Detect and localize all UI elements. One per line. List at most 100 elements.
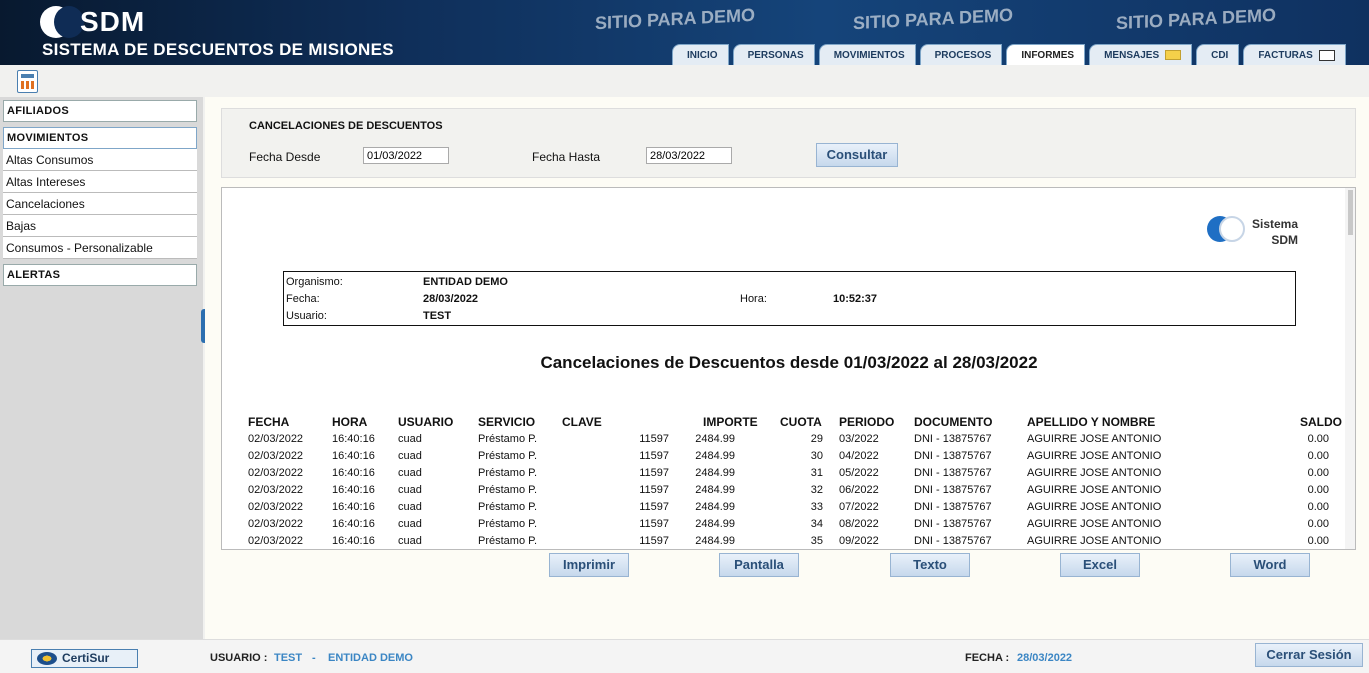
sidebar-item-bajas[interactable]: Bajas — [3, 215, 197, 237]
tab-facturas[interactable]: FACTURAS — [1243, 44, 1346, 65]
excel-button[interactable]: Excel — [1060, 553, 1140, 577]
table-cell: DNI - 13875767 — [914, 484, 992, 496]
sidebar-item-altas-intereses[interactable]: Altas Intereses — [3, 171, 197, 193]
footer-fecha-value: 28/03/2022 — [1017, 652, 1073, 664]
table-cell: 16:40:16 — [332, 450, 375, 462]
table-cell: 16:40:16 — [332, 501, 375, 513]
table-cell: 0.00 — [1307, 501, 1329, 513]
tab-procesos[interactable]: PROCESOS — [919, 44, 1003, 65]
table-cell: 02/03/2022 — [248, 501, 304, 513]
table-cell: Préstamo P. — [478, 433, 538, 445]
report-info-box: Organismo: ENTIDAD DEMO Fecha: 28/03/202… — [283, 271, 1296, 326]
table-cell: 2484.99 — [695, 484, 735, 496]
texto-button[interactable]: Texto — [890, 553, 970, 577]
table-cell: cuad — [398, 467, 422, 479]
tab-cdi[interactable]: CDI — [1196, 44, 1240, 65]
table-cell: 04/2022 — [839, 450, 879, 462]
table-cell: 03/2022 — [839, 433, 879, 445]
table-cell: 02/03/2022 — [248, 467, 304, 479]
table-cell: 02/03/2022 — [248, 518, 304, 530]
filter-title: CANCELACIONES DE DESCUENTOS — [249, 120, 443, 132]
report-icon[interactable] — [17, 70, 38, 93]
table-cell: 02/03/2022 — [248, 535, 304, 547]
table-cell: 34 — [810, 518, 823, 530]
tab-personas[interactable]: PERSONAS — [732, 44, 815, 65]
table-cell: 30 — [810, 450, 823, 462]
sidebar-section-alertas[interactable]: ALERTAS — [3, 264, 197, 286]
sdm-logo-icon — [40, 6, 84, 38]
table-cell: AGUIRRE JOSE ANTONIO — [1027, 535, 1162, 547]
table-cell: Préstamo P. — [478, 450, 538, 462]
imprimir-button[interactable]: Imprimir — [549, 553, 629, 577]
table-cell: 16:40:16 — [332, 467, 375, 479]
table-cell: cuad — [398, 535, 422, 547]
column-header: HORA — [332, 415, 368, 429]
column-header: IMPORTE — [703, 415, 758, 429]
tab-informes[interactable]: INFORMES — [1006, 44, 1086, 65]
table-cell: 0.00 — [1307, 484, 1329, 496]
table-cell: 02/03/2022 — [248, 450, 304, 462]
fecha-desde-input[interactable] — [363, 147, 449, 164]
report-viewer[interactable]: Sistema SDM Organismo: ENTIDAD DEMO Fecha… — [221, 187, 1356, 550]
fecha-hasta-input[interactable] — [646, 147, 732, 164]
scrollbar-thumb[interactable] — [1348, 190, 1353, 235]
sidebar-section-movimientos[interactable]: MOVIMIENTOS — [3, 127, 197, 149]
consultar-button[interactable]: Consultar — [816, 143, 898, 167]
table-cell: 29 — [810, 433, 823, 445]
fecha-label: Fecha: — [286, 293, 320, 305]
app-logo: SDM — [80, 6, 146, 37]
table-cell: cuad — [398, 501, 422, 513]
table-cell: Préstamo P. — [478, 518, 538, 530]
sidebar-item-cancelaciones[interactable]: Cancelaciones — [3, 193, 197, 215]
column-header: PERIODO — [839, 415, 895, 429]
table-cell: Préstamo P. — [478, 535, 538, 547]
table-cell: 11597 — [639, 484, 669, 496]
tab-label: INFORMES — [1021, 49, 1075, 61]
envelope-icon — [1165, 50, 1182, 60]
table-cell: 0.00 — [1307, 535, 1329, 547]
table-cell: 2484.99 — [695, 518, 735, 530]
pantalla-button[interactable]: Pantalla — [719, 553, 799, 577]
usuario-value: TEST — [423, 310, 452, 322]
table-cell: AGUIRRE JOSE ANTONIO — [1027, 450, 1162, 462]
tab-label: FACTURAS — [1258, 49, 1313, 61]
invoice-icon — [1318, 49, 1335, 61]
table-cell: AGUIRRE JOSE ANTONIO — [1027, 467, 1162, 479]
sidebar-item-altas-consumos[interactable]: Altas Consumos — [3, 149, 197, 171]
logo-line1: Sistema — [1252, 217, 1299, 231]
demo-watermark: SITIO PARA DEMO — [853, 4, 1014, 34]
tab-movimientos[interactable]: MOVIMIENTOS — [818, 44, 916, 65]
table-cell: 02/03/2022 — [248, 433, 304, 445]
word-button[interactable]: Word — [1230, 553, 1310, 577]
sdm-report-logo-icon — [1207, 216, 1252, 244]
table-cell: AGUIRRE JOSE ANTONIO — [1027, 484, 1162, 496]
column-header: DOCUMENTO — [914, 415, 993, 429]
table-cell: 11597 — [639, 535, 669, 547]
table-cell: DNI - 13875767 — [914, 501, 992, 513]
column-header: SERVICIO — [478, 415, 536, 429]
tab-label: INICIO — [687, 49, 718, 61]
table-cell: cuad — [398, 433, 422, 445]
certisur-badge[interactable]: CertiSur — [31, 649, 138, 668]
sidebar-section-afiliados[interactable]: AFILIADOS — [3, 100, 197, 122]
table-cell: cuad — [398, 518, 422, 530]
table-cell: 16:40:16 — [332, 484, 375, 496]
table-cell: DNI - 13875767 — [914, 535, 992, 547]
sidebar-item-consumos-personalizable[interactable]: Consumos - Personalizable — [3, 237, 197, 259]
table-cell: 35 — [810, 535, 823, 547]
tab-label: MENSAJES — [1104, 49, 1160, 61]
table-cell: 11597 — [639, 518, 669, 530]
table-cell: 33 — [810, 501, 823, 513]
tab-mensajes[interactable]: MENSAJES — [1089, 44, 1193, 65]
app-header: SDM SISTEMA DE DESCUENTOS DE MISIONES SI… — [0, 0, 1369, 65]
tab-inicio[interactable]: INICIO — [672, 44, 729, 65]
cerrar-sesion-button[interactable]: Cerrar Sesión — [1255, 643, 1363, 667]
fecha-hasta-label: Fecha Hasta — [532, 150, 601, 164]
report-scrollbar[interactable] — [1345, 188, 1355, 549]
table-cell: DNI - 13875767 — [914, 450, 992, 462]
table-cell: AGUIRRE JOSE ANTONIO — [1027, 433, 1162, 445]
table-cell: DNI - 13875767 — [914, 433, 992, 445]
column-header: SALDO — [1300, 415, 1342, 429]
table-cell: 0.00 — [1307, 433, 1329, 445]
table-cell: 2484.99 — [695, 450, 735, 462]
